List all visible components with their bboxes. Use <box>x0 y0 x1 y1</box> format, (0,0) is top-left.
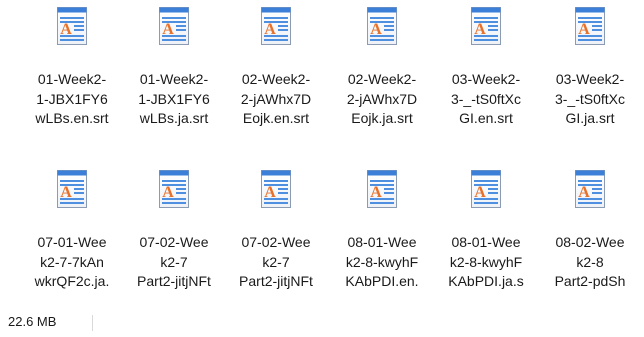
wordpad-document-icon: A <box>56 6 88 46</box>
svg-text:A: A <box>264 184 276 201</box>
svg-text:A: A <box>60 184 72 201</box>
svg-text:A: A <box>474 21 486 38</box>
svg-text:A: A <box>60 21 72 38</box>
status-total-size: 22.6 MB <box>8 314 57 329</box>
wordpad-document-icon: A <box>366 169 398 209</box>
file-name-label: 08-01-Wee k2-8-kwyhF KAbPDI.en. <box>345 234 419 289</box>
svg-text:A: A <box>370 21 382 38</box>
wordpad-document-icon: A <box>158 6 190 46</box>
svg-text:A: A <box>370 184 382 201</box>
wordpad-document-icon: A <box>158 169 190 209</box>
file-name-label: 02-Week2- 2-jAWhx7D Eojk.en.srt <box>240 71 312 126</box>
file-name-label: 07-01-Wee k2-7-7kAn wkrQF2c.ja. <box>34 234 110 289</box>
file-name-label: 07-02-Wee k2-7 Part2-jitjNFt <box>137 234 211 289</box>
file-item[interactable]: A 07-02-Wee k2-7 Part2-jitjNFt <box>122 163 226 313</box>
file-item[interactable]: A 07-01-Wee k2-7-7kAn wkrQF2c.ja. <box>20 163 124 313</box>
file-name-label: 01-Week2- 1-JBX1FY6 wLBs.en.srt <box>35 71 109 126</box>
file-item[interactable]: A 08-01-Wee k2-8-kwyhF KAbPDI.en. <box>330 163 434 313</box>
svg-text:A: A <box>264 21 276 38</box>
wordpad-document-icon: A <box>260 169 292 209</box>
file-name-label: 02-Week2- 2-jAWhx7D Eojk.ja.srt <box>346 71 418 126</box>
wordpad-document-icon: A <box>260 6 292 46</box>
svg-text:A: A <box>474 184 486 201</box>
file-name-label: 01-Week2- 1-JBX1FY6 wLBs.ja.srt <box>138 71 210 126</box>
status-divider <box>92 315 93 331</box>
svg-text:A: A <box>162 184 174 201</box>
file-item[interactable]: A 08-01-Wee k2-8-kwyhF KAbPDI.ja.s <box>434 163 538 313</box>
wordpad-document-icon: A <box>574 169 606 209</box>
svg-text:A: A <box>162 21 174 38</box>
file-name-label: 07-02-Wee k2-7 Part2-jitjNFt <box>239 234 313 289</box>
wordpad-document-icon: A <box>470 169 502 209</box>
file-item[interactable]: A 01-Week2- 1-JBX1FY6 wLBs.en.srt <box>20 0 124 150</box>
file-item[interactable]: A 01-Week2- 1-JBX1FY6 wLBs.ja.srt <box>122 0 226 150</box>
file-item[interactable]: A 02-Week2- 2-jAWhx7D Eojk.ja.srt <box>330 0 434 150</box>
wordpad-document-icon: A <box>574 6 606 46</box>
wordpad-document-icon: A <box>56 169 88 209</box>
file-name-label: 08-02-Wee k2-8 Part2-pdSh <box>554 234 626 289</box>
wordpad-document-icon: A <box>366 6 398 46</box>
file-name-label: 03-Week2- 3-_-tS0ftXc GI.en.srt <box>450 71 522 126</box>
wordpad-document-icon: A <box>470 6 502 46</box>
file-grid: A 01-Week2- 1-JBX1FY6 wLBs.en.srt A 01-W… <box>0 0 644 310</box>
file-item[interactable]: A 07-02-Wee k2-7 Part2-jitjNFt <box>224 163 328 313</box>
file-item[interactable]: A 08-02-Wee k2-8 Part2-pdSh <box>538 163 642 313</box>
file-name-label: 03-Week2- 3-_-tS0ftXc GI.ja.srt <box>554 71 626 126</box>
file-item[interactable]: A 03-Week2- 3-_-tS0ftXc GI.en.srt <box>434 0 538 150</box>
svg-text:A: A <box>578 184 590 201</box>
file-name-label: 08-01-Wee k2-8-kwyhF KAbPDI.ja.s <box>448 234 524 289</box>
svg-text:A: A <box>578 21 590 38</box>
status-bar: 22.6 MB <box>0 310 644 337</box>
file-item[interactable]: A 02-Week2- 2-jAWhx7D Eojk.en.srt <box>224 0 328 150</box>
file-item[interactable]: A 03-Week2- 3-_-tS0ftXc GI.ja.srt <box>538 0 642 150</box>
